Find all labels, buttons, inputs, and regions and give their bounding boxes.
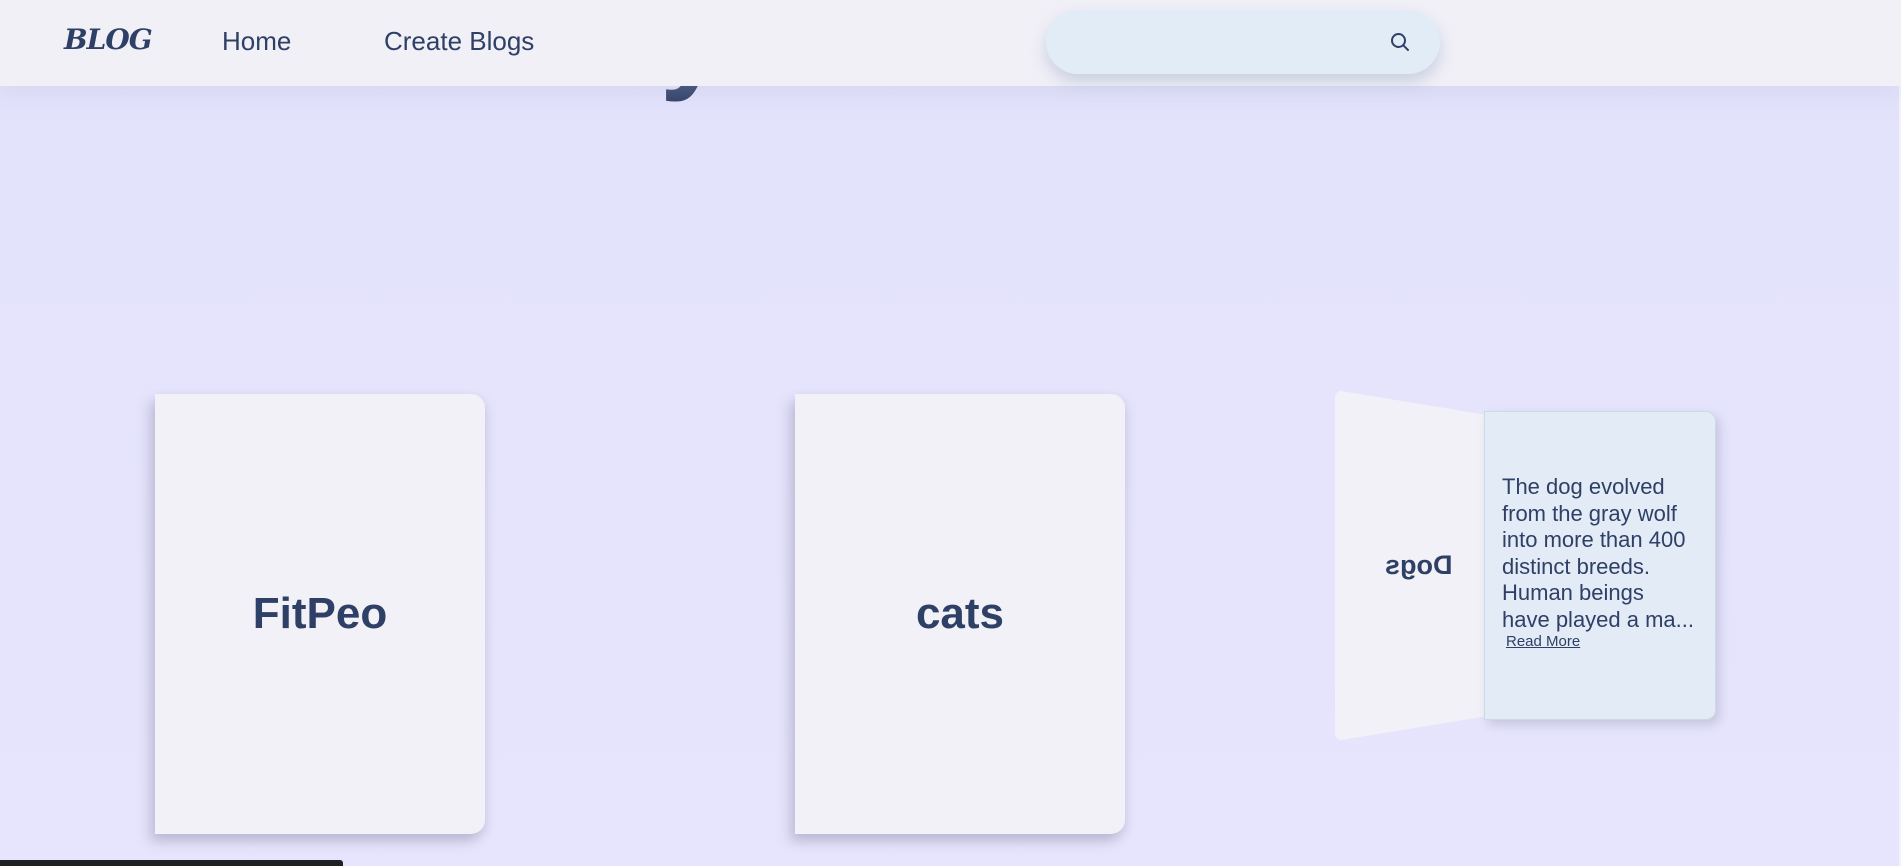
read-more-link[interactable]: Read More	[1506, 633, 1580, 650]
site-logo[interactable]: BLOG	[64, 23, 153, 56]
nav-create-blogs-link[interactable]: Create Blogs	[384, 26, 534, 57]
search-input[interactable]	[1070, 10, 1374, 76]
search-box	[1046, 10, 1440, 76]
bottom-dark-bar	[0, 860, 343, 866]
blog-card-cats[interactable]: cats	[795, 394, 1125, 834]
blog-card-title: Dogs	[1385, 550, 1453, 580]
blog-card-title: FitPeo	[252, 589, 388, 638]
blog-card-title: cats	[915, 589, 1005, 638]
blog-excerpt: The dog evolved from the gray wolf into …	[1502, 474, 1695, 632]
search-icon[interactable]	[1389, 31, 1411, 53]
blog-card-dogs-cover[interactable]: Dogs	[1335, 390, 1485, 741]
navbar: BLOG Home Create Blogs	[0, 0, 1901, 86]
blog-card-fitpeo[interactable]: FitPeo	[155, 394, 485, 834]
blog-page: y BLOG Home Create Blogs FitPeo cats Dog…	[0, 0, 1901, 866]
nav-home-link[interactable]: Home	[222, 26, 291, 57]
blog-card-dogs-content: The dog evolved from the gray wolf into …	[1484, 411, 1716, 720]
